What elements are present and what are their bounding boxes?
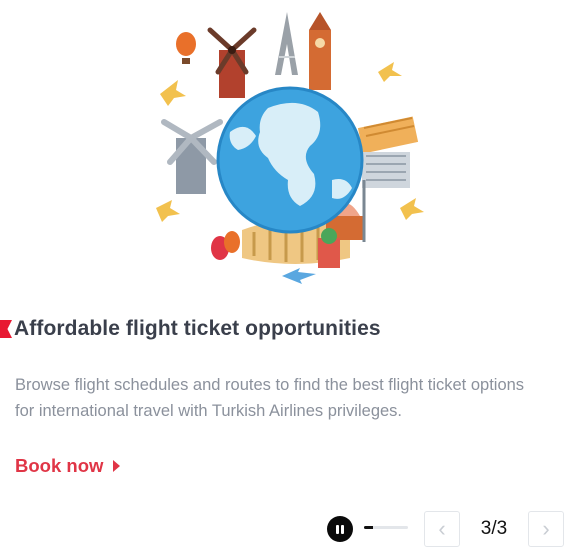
- chevron-right-icon: ›: [542, 516, 550, 541]
- next-slide-button[interactable]: ›: [528, 511, 564, 547]
- leaning-tower-icon: [357, 116, 419, 154]
- clock-tower-icon: [309, 12, 331, 90]
- windmill-icon: [207, 27, 257, 98]
- globe-icon: [216, 86, 364, 234]
- caret-right-icon: [113, 460, 121, 472]
- windmill-gray-icon: [161, 119, 223, 194]
- slide-progress-fill: [364, 526, 373, 529]
- slide-progress-bar: [364, 526, 408, 529]
- prev-slide-button[interactable]: ‹: [424, 511, 460, 547]
- hero-illustration: [156, 12, 424, 284]
- slide-counter: 3/3: [480, 518, 508, 539]
- slide-title: Affordable flight ticket opportunities: [14, 317, 381, 340]
- title-flag-icon: [0, 320, 12, 338]
- eiffel-tower-icon: [275, 12, 298, 75]
- book-now-link[interactable]: Book now: [15, 455, 121, 477]
- skyscraper-icon: [362, 152, 410, 188]
- cathedral-icon: [318, 228, 340, 268]
- tulip-icon: [211, 231, 240, 260]
- slide-title-row: Affordable flight ticket opportunities: [0, 314, 381, 344]
- hot-air-balloon-icon: [176, 32, 196, 64]
- pause-button[interactable]: [327, 516, 353, 542]
- book-now-label: Book now: [15, 455, 104, 476]
- slide-description: Browse flight schedules and routes to fi…: [15, 376, 525, 420]
- chevron-left-icon: ‹: [438, 516, 446, 541]
- pause-icon: [336, 524, 344, 534]
